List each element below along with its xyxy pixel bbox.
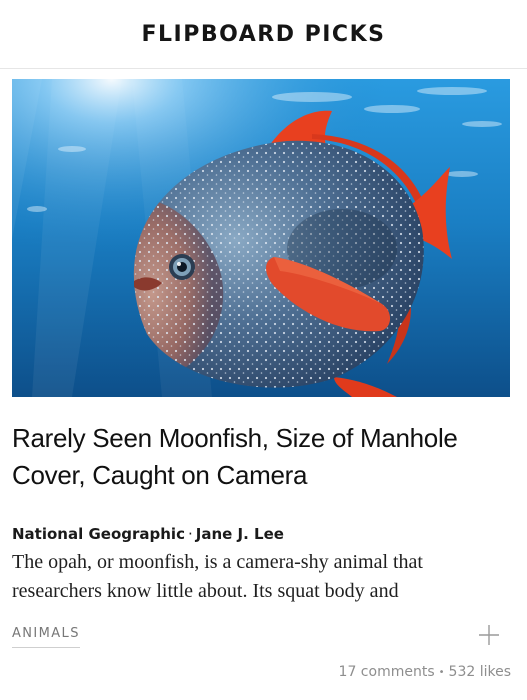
article-headline[interactable]: Rarely Seen Moonfish, Size of Manhole Co… xyxy=(12,420,512,494)
topic-tag[interactable]: ANIMALS xyxy=(12,626,80,648)
page: FLIPBOARD PICKS Rarely Seen Moonfish, Si… xyxy=(0,0,527,700)
article-excerpt: The opah, or moonfish, is a camera-shy a… xyxy=(12,551,423,602)
plus-icon[interactable] xyxy=(478,624,500,646)
stats-separator: • xyxy=(438,667,445,678)
article-source[interactable]: National Geographic xyxy=(12,525,185,543)
page-title: FLIPBOARD PICKS xyxy=(141,21,386,47)
likes-count[interactable]: 532 likes xyxy=(449,664,511,680)
article-hero-image[interactable] xyxy=(12,79,510,397)
article-byline: National Geographic · Jane J. Lee xyxy=(12,525,512,543)
byline-separator: · xyxy=(187,525,193,543)
article-author[interactable]: Jane J. Lee xyxy=(196,525,284,543)
comments-count[interactable]: 17 comments xyxy=(339,664,435,680)
engagement-stats: 17 comments • 532 likes xyxy=(339,664,511,680)
header: FLIPBOARD PICKS xyxy=(0,0,527,69)
